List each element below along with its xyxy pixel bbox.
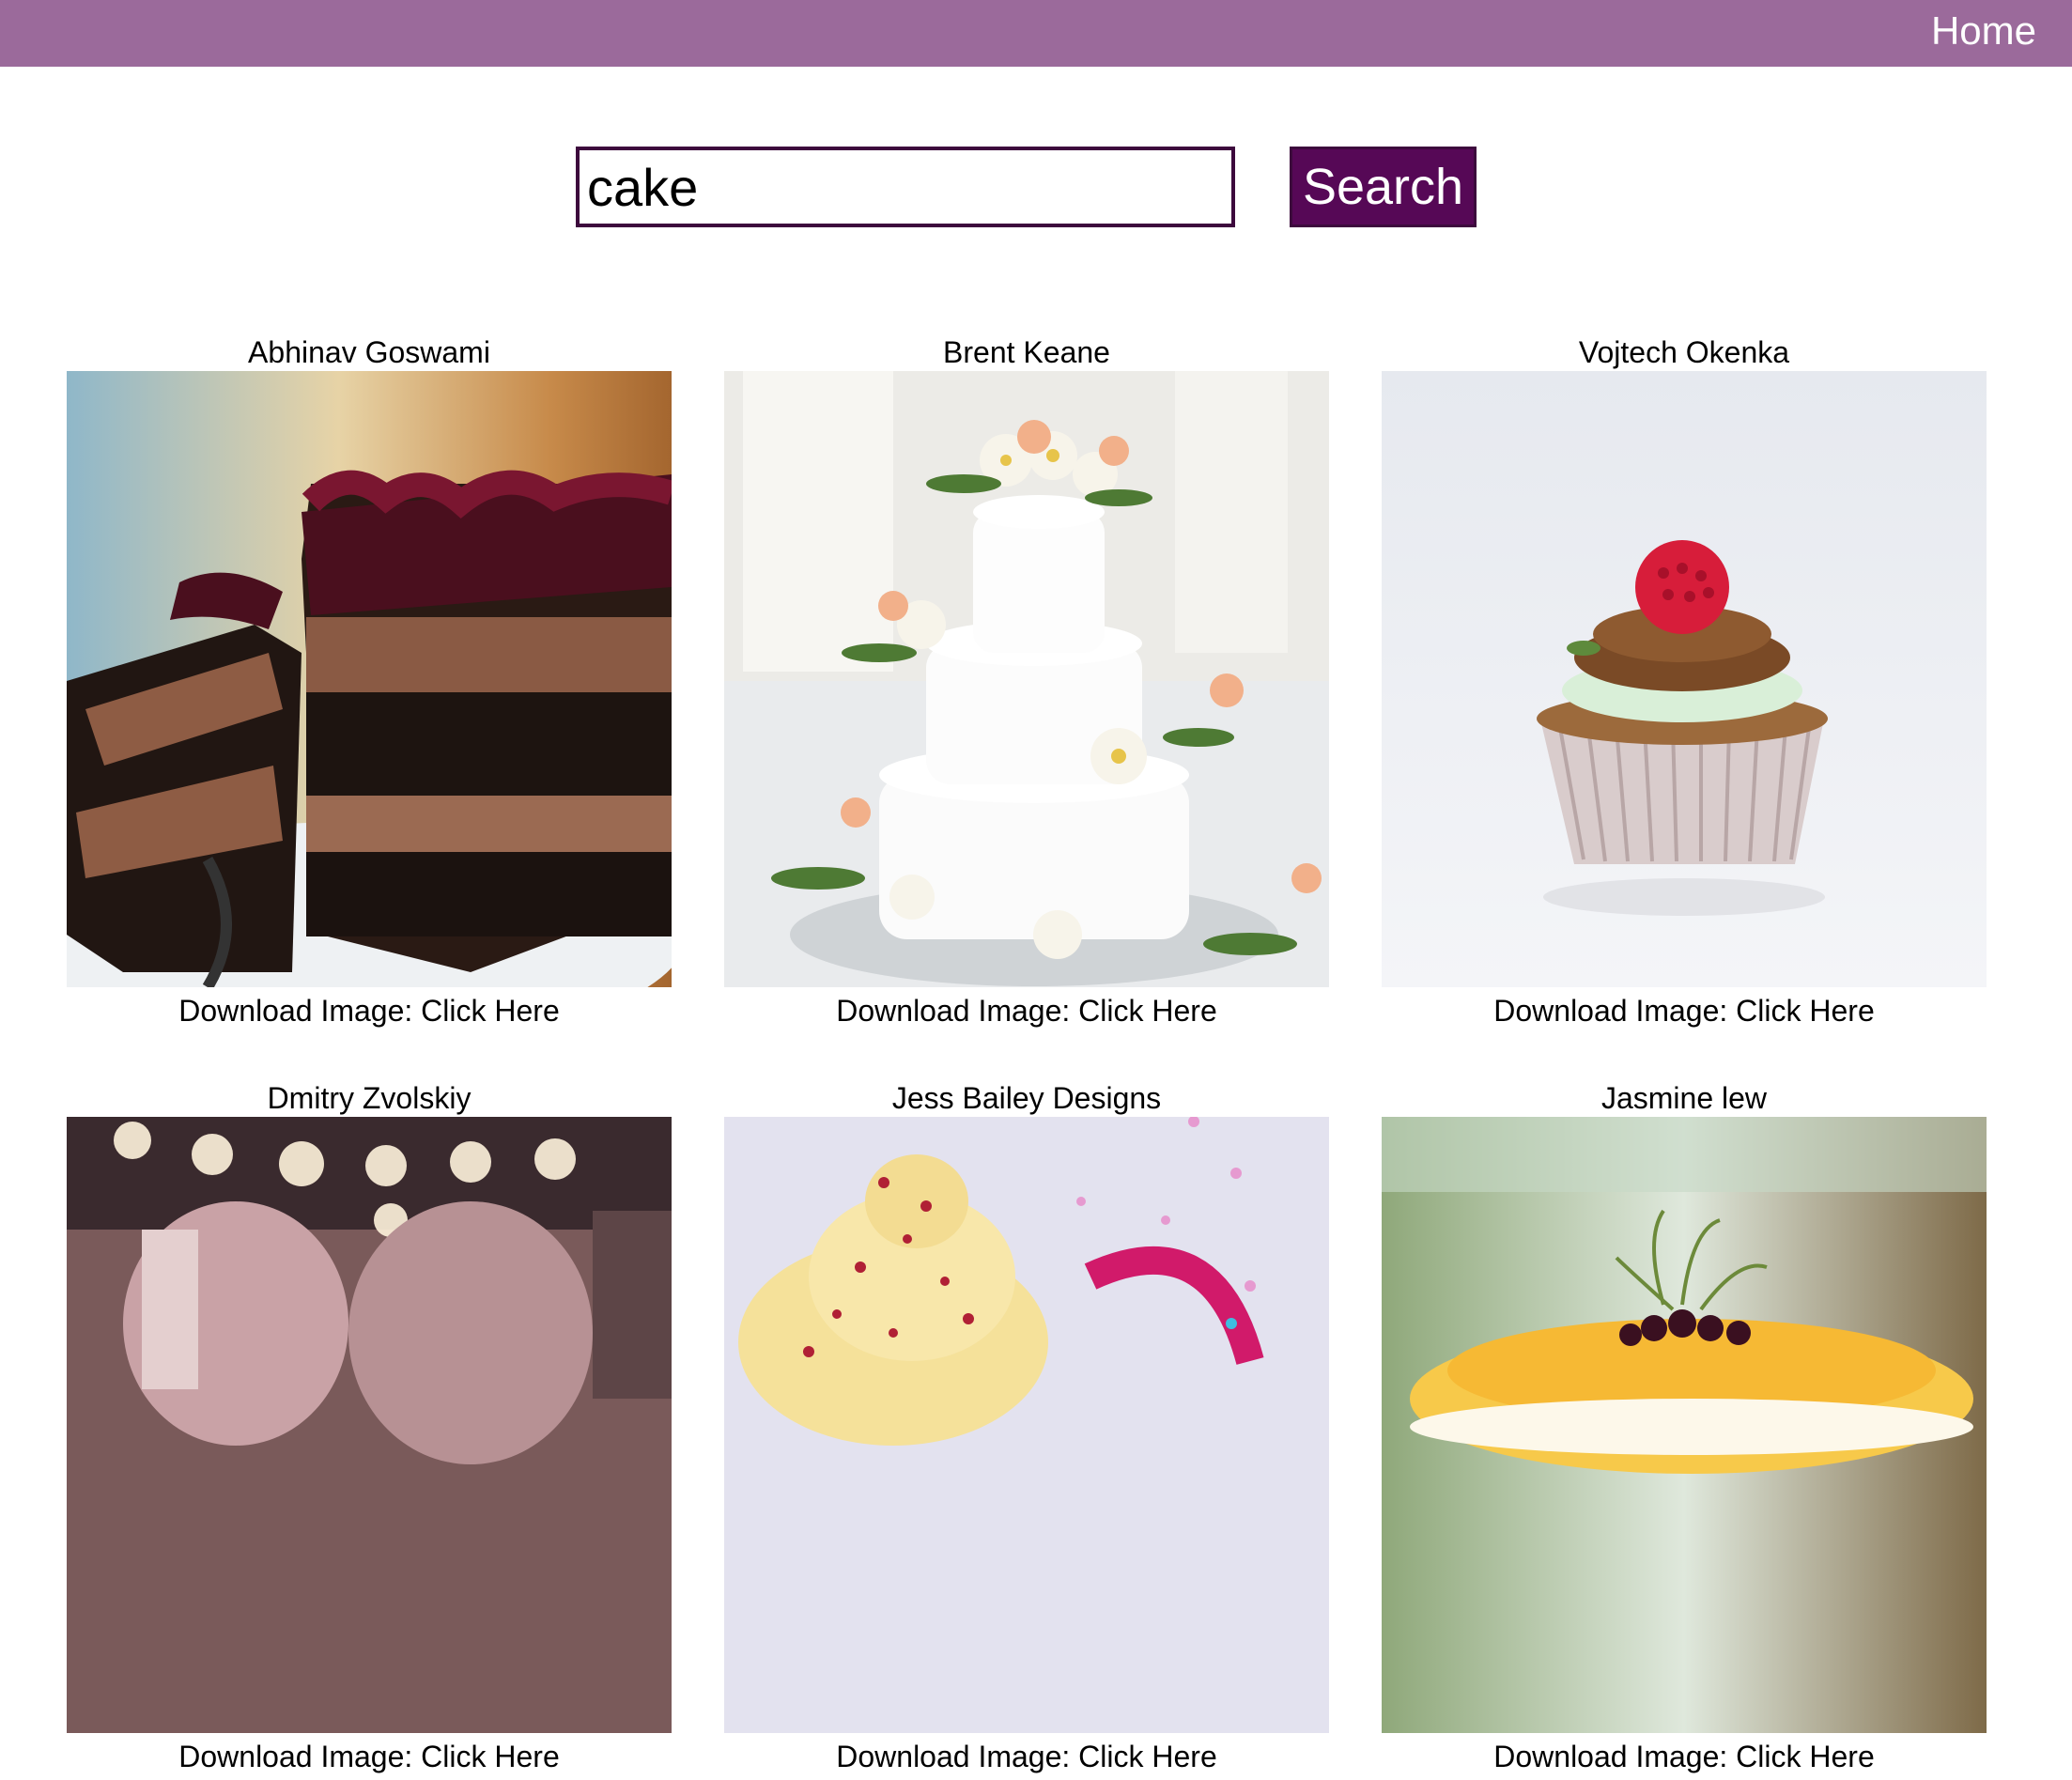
download-row: Download Image: Click Here	[724, 987, 1329, 1034]
download-row: Download Image: Click Here	[724, 1733, 1329, 1780]
photographer-name: Jasmine lew	[1600, 1081, 1768, 1115]
download-link[interactable]: Click Here	[1736, 1740, 1875, 1773]
download-label: Download Image:	[178, 994, 422, 1028]
photographer-name: Abhinav Goswami	[248, 335, 490, 369]
result-image-wedding-cake[interactable]	[724, 371, 1329, 987]
download-row: Download Image: Click Here	[1382, 1733, 1987, 1780]
home-link[interactable]: Home	[1931, 0, 2036, 61]
result-image-blurred-party[interactable]	[67, 1117, 672, 1733]
download-link[interactable]: Click Here	[1736, 994, 1875, 1028]
photographer-name: Jess Bailey Designs	[891, 1081, 1162, 1115]
download-row: Download Image: Click Here	[67, 1733, 672, 1780]
download-label: Download Image:	[1493, 1740, 1737, 1773]
photographer-name: Brent Keane	[943, 335, 1110, 369]
result-image-cupcake-sprinkles[interactable]	[724, 1117, 1329, 1733]
download-link[interactable]: Click Here	[1078, 994, 1217, 1028]
search-button[interactable]: Search	[1290, 147, 1477, 227]
download-label: Download Image:	[178, 1740, 422, 1773]
download-label: Download Image:	[836, 1740, 1079, 1773]
download-link[interactable]: Click Here	[421, 1740, 560, 1773]
result-image-fruit-tart[interactable]	[1382, 1117, 1987, 1733]
top-nav-bar: Home	[0, 0, 2072, 67]
download-label: Download Image:	[1493, 994, 1737, 1028]
download-link[interactable]: Click Here	[1078, 1740, 1217, 1773]
result-image-chocolate-cake-slice[interactable]	[67, 371, 672, 987]
download-label: Download Image:	[836, 994, 1079, 1028]
photographer-name: Dmitry Zvolskiy	[267, 1081, 472, 1115]
result-image-raspberry-cupcake[interactable]	[1382, 371, 1987, 987]
download-link[interactable]: Click Here	[421, 994, 560, 1028]
search-input[interactable]	[576, 147, 1235, 227]
download-row: Download Image: Click Here	[1382, 987, 1987, 1034]
photographer-name: Vojtech Okenka	[1578, 335, 1790, 369]
download-row: Download Image: Click Here	[67, 987, 672, 1034]
